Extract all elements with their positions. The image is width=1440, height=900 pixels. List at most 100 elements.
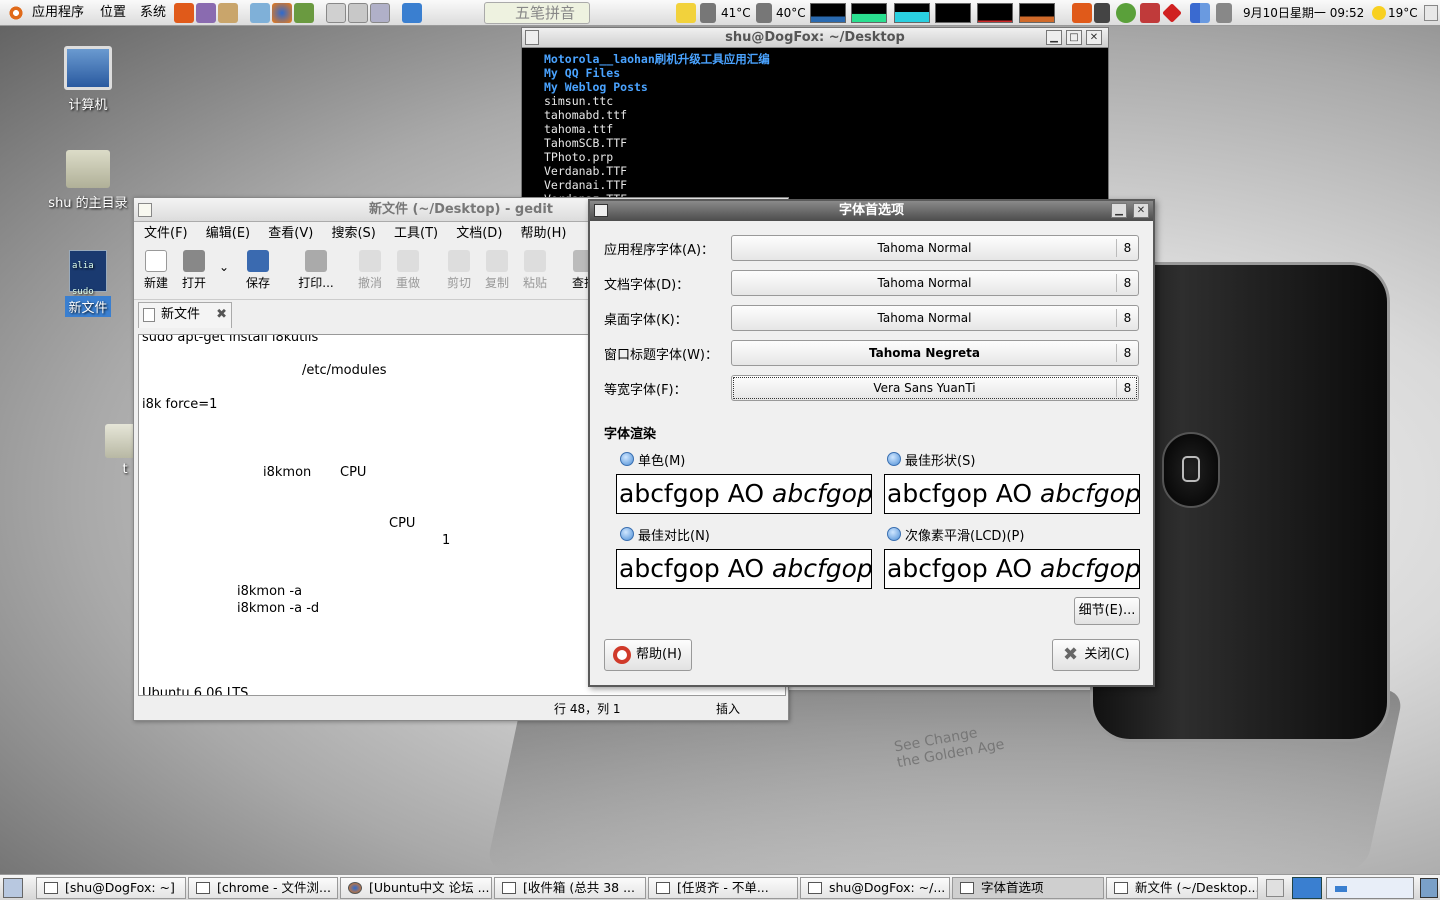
app-launcher-icon[interactable] xyxy=(218,3,238,23)
menu-applications[interactable]: 应用程序 xyxy=(28,0,88,26)
font-dialog-titlebar[interactable]: 字体首选项 ▁ ✕ xyxy=(590,201,1153,221)
font-preferences-dialog[interactable]: 字体首选项 ▁ ✕ 应用程序字体(A)： Tahoma Normal 8 文档字体… xyxy=(588,199,1155,687)
close-icon[interactable]: ✕ xyxy=(1086,30,1102,45)
close-icon[interactable]: ✕ xyxy=(1133,203,1149,218)
tray-input-icon[interactable] xyxy=(1266,879,1284,897)
tray-tools-icon[interactable] xyxy=(1072,3,1092,23)
terminal-output[interactable]: Motorola__laohan刷机升级工具应用汇编 My QQ Files My … xyxy=(544,52,770,220)
terminal-line: simsun.ttc xyxy=(544,94,614,108)
cut-button[interactable]: 剪切 xyxy=(439,250,479,291)
task-inbox[interactable]: [收件箱 (总共 38 ... xyxy=(494,877,646,899)
desktop-icon-home[interactable]: shu 的主目录 xyxy=(43,150,133,211)
open-recent-dropdown[interactable]: ⌄ xyxy=(214,260,234,274)
menu-edit[interactable]: 编辑(E) xyxy=(206,226,250,241)
network-monitor[interactable] xyxy=(894,3,930,23)
workspace-1[interactable] xyxy=(1292,877,1322,899)
monospace-font-button[interactable]: Vera Sans YuanTi 8 xyxy=(731,375,1139,401)
undo-button[interactable]: 撤消 xyxy=(350,250,390,291)
menu-search[interactable]: 搜索(S) xyxy=(331,226,375,241)
menu-tools[interactable]: 工具(T) xyxy=(394,226,438,241)
sample-best-shapes[interactable]: abcfgop AO abcfgop xyxy=(884,474,1140,514)
tray-more-icon[interactable] xyxy=(1424,5,1438,21)
disk-monitor[interactable] xyxy=(1019,3,1055,23)
new-button[interactable]: 新建 xyxy=(136,250,176,291)
book-launcher-icon[interactable] xyxy=(294,3,314,23)
menu-system[interactable]: 系统 xyxy=(136,0,170,26)
radio-best-shapes[interactable]: 最佳形状(S) xyxy=(887,450,975,469)
terminal-window[interactable]: shu@DogFox: ~/Desktop ▁ □ ✕ Motorola__la… xyxy=(521,27,1109,220)
paste-button[interactable]: 粘贴 xyxy=(515,250,555,291)
window-title-font-button[interactable]: Tahoma Negreta 8 xyxy=(731,340,1139,366)
minimize-icon[interactable]: ▁ xyxy=(1046,30,1062,45)
tab-new-file[interactable]: 新文件 ✖ xyxy=(138,302,232,328)
menu-places[interactable]: 位置 xyxy=(96,0,130,26)
volume-icon[interactable] xyxy=(1216,3,1232,23)
notes-icon[interactable] xyxy=(676,3,696,23)
task-music[interactable]: [任贤齐 - 不单... xyxy=(648,877,798,899)
save-button[interactable]: 保存 xyxy=(238,250,278,291)
menu-file[interactable]: 文件(F) xyxy=(144,226,188,241)
editor-launcher-icon[interactable] xyxy=(348,3,368,23)
desktop-icon-computer[interactable]: 计算机 xyxy=(43,46,133,113)
ruby-icon[interactable] xyxy=(1162,3,1182,23)
music-note-icon[interactable] xyxy=(1094,3,1110,23)
redo-button[interactable]: 重做 xyxy=(388,250,428,291)
terminal-titlebar[interactable]: shu@DogFox: ~/Desktop ▁ □ ✕ xyxy=(522,28,1108,48)
minimize-icon[interactable]: ▁ xyxy=(1111,203,1127,218)
task-chrome-files[interactable]: [chrome - 文件浏... xyxy=(188,877,338,899)
editor-line: i8k force=1 xyxy=(142,397,218,412)
memory-monitor[interactable] xyxy=(851,3,887,23)
copy-button[interactable]: 复制 xyxy=(477,250,517,291)
font-rendering-heading: 字体渲染 xyxy=(604,427,657,442)
input-method-indicator[interactable]: 五笔拼音 xyxy=(484,2,590,24)
sample-monochrome[interactable]: abcfgop AO abcfgop xyxy=(616,474,872,514)
swap-monitor[interactable] xyxy=(935,3,971,23)
firefox-launcher-icon[interactable] xyxy=(272,3,292,23)
task-terminal-home[interactable]: [shu@DogFox: ~] xyxy=(36,877,186,899)
screenshot-launcher-icon[interactable] xyxy=(370,3,390,23)
network-launcher-icon[interactable] xyxy=(250,3,270,23)
sample-subpixel-lcd[interactable]: abcfgop AO abcfgop xyxy=(884,549,1140,589)
radio-subpixel-lcd[interactable]: 次像素平滑(LCD)(P) xyxy=(887,525,1024,544)
application-font-button[interactable]: Tahoma Normal 8 xyxy=(731,235,1139,261)
ubuntu-logo-icon[interactable] xyxy=(6,3,26,23)
open-button[interactable]: 打开 xyxy=(174,250,214,291)
menu-view[interactable]: 查看(V) xyxy=(268,226,313,241)
chart-launcher-icon[interactable] xyxy=(402,3,422,23)
messenger-launcher-icon[interactable] xyxy=(196,3,216,23)
workspace-2[interactable] xyxy=(1326,877,1414,899)
task-ubuntu-forum[interactable]: [Ubuntu中文 论坛 ... xyxy=(340,877,492,899)
menu-documents[interactable]: 文档(D) xyxy=(456,226,502,241)
help-button[interactable]: 帮助(H) xyxy=(604,639,692,671)
network-signal-icon[interactable] xyxy=(1190,3,1210,23)
radio-best-contrast[interactable]: 最佳对比(N) xyxy=(620,525,710,544)
cpu-monitor[interactable] xyxy=(810,3,846,23)
close-tab-icon[interactable]: ✖ xyxy=(216,303,227,327)
document-font-button[interactable]: Tahoma Normal 8 xyxy=(731,270,1139,296)
details-button[interactable]: 细节(E)... xyxy=(1074,597,1140,625)
close-button[interactable]: ✖ 关闭(C) xyxy=(1052,639,1140,671)
task-font-preferences[interactable]: 字体首选项 xyxy=(952,877,1104,899)
weather-temp[interactable]: 19°C xyxy=(1388,0,1418,26)
gedit-app-icon[interactable] xyxy=(138,203,152,217)
tools-launcher-icon[interactable] xyxy=(174,3,194,23)
task-gedit[interactable]: 新文件 (~/Desktop... xyxy=(1106,877,1258,899)
menu-help[interactable]: 帮助(H) xyxy=(521,226,567,241)
print-button[interactable]: 打印... xyxy=(292,250,340,291)
window-menu-icon[interactable] xyxy=(525,30,539,45)
desktop-font-button[interactable]: Tahoma Normal 8 xyxy=(731,305,1139,331)
sample-best-contrast[interactable]: abcfgop AO abcfgop xyxy=(616,549,872,589)
tray-app-icon[interactable] xyxy=(1140,3,1160,23)
task-terminal-desktop[interactable]: shu@DogFox: ~/... xyxy=(800,877,950,899)
dialog-app-icon[interactable] xyxy=(594,204,608,217)
trash-icon[interactable] xyxy=(1420,878,1438,898)
radio-monochrome[interactable]: 单色(M) xyxy=(620,450,685,469)
maximize-icon[interactable]: □ xyxy=(1066,30,1082,45)
show-desktop-icon[interactable] xyxy=(3,878,23,898)
load-monitor[interactable] xyxy=(977,3,1013,23)
tray-status-icon[interactable] xyxy=(1116,3,1136,23)
clock[interactable]: 9月10日星期一 09:52 xyxy=(1243,0,1364,26)
sun-icon[interactable] xyxy=(1372,6,1386,20)
terminal-launcher-icon[interactable] xyxy=(326,3,346,23)
desktop-icon-newfile[interactable]: alia sudo 新文件 xyxy=(43,250,133,317)
